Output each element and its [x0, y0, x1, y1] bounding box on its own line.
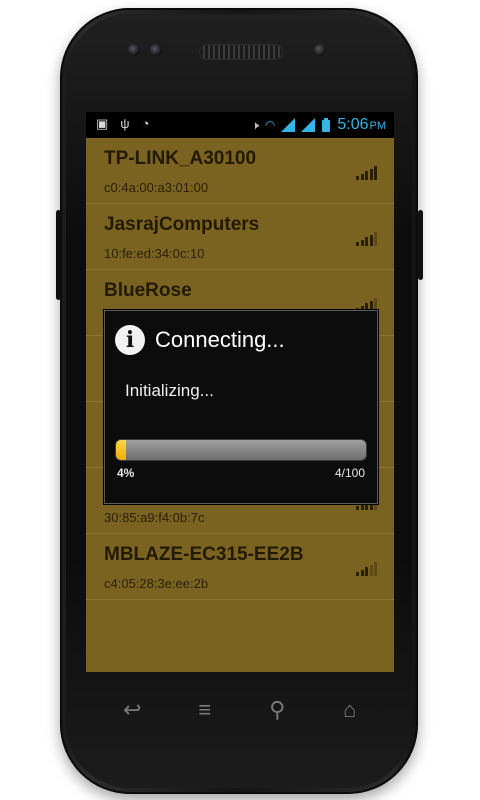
wifi-network-row[interactable]: MBLAZE-EC315-EE2B c4:05:28:3e:ee:2b [86, 534, 394, 600]
wifi-icon: ◠ [264, 118, 276, 132]
info-icon: i [115, 325, 145, 355]
home-icon[interactable]: ⌂ [330, 695, 370, 725]
dialog-message: Initializing... [125, 381, 214, 400]
search-icon[interactable]: ⚲ [257, 695, 297, 725]
network-bssid: c4:05:28:3e:ee:2b [104, 576, 209, 591]
front-camera [314, 44, 326, 56]
battery-icon [322, 118, 331, 132]
android-icon: ◔ [141, 116, 150, 131]
network-ssid: TP-LINK_A30100 [104, 148, 257, 169]
wifi-network-row[interactable]: TP-LINK_A30100 c0:4a:00:a3:01:00 [86, 138, 394, 204]
nav-bar: ↩ ≡ ⚲ ⌂ [96, 690, 386, 730]
back-icon[interactable]: ↩ [112, 695, 152, 725]
thumbnail-icon: ▣ [96, 116, 109, 131]
wifi-network-row[interactable]: JasrajComputers 10:fe:ed:34:0c:10 [86, 204, 394, 270]
dialog-header: i Connecting... [105, 311, 377, 369]
network-bssid: 10:fe:ed:34:0c:10 [104, 246, 205, 261]
clock-time: 5:06 [337, 116, 369, 133]
progress-bar [115, 439, 367, 461]
menu-icon[interactable]: ≡ [185, 695, 225, 725]
front-sensor [128, 44, 140, 56]
volume-key [56, 210, 61, 300]
front-sensor-2 [150, 44, 162, 56]
power-key [418, 210, 423, 280]
usb-icon: ψ [120, 116, 130, 131]
signal-icon-2 [301, 118, 316, 132]
progress-count: 4/100 [334, 466, 365, 480]
dialog-title: Connecting... [155, 327, 285, 352]
earpiece-speaker [199, 44, 283, 60]
signal-strength-icon [356, 232, 378, 246]
network-ssid: BlueRose [104, 280, 192, 301]
status-bar: ▣ ψ ◔ 🕨 ◠ 5:06PM [86, 112, 394, 138]
network-bssid: 30:85:a9:f4:0b:7c [104, 510, 205, 525]
screen: ▣ ψ ◔ 🕨 ◠ 5:06PM TP-LINK_A30100 c0:4a:00:… [86, 112, 394, 672]
mute-icon: 🕨 [251, 118, 259, 132]
clock-ampm: PM [369, 120, 387, 132]
connecting-dialog: i Connecting... Initializing... 4% 4/100 [104, 310, 378, 504]
progress-percent: 4% [117, 466, 135, 480]
network-ssid: JasrajComputers [104, 214, 260, 235]
signal-icon [281, 118, 296, 132]
signal-strength-icon [356, 166, 378, 180]
signal-strength-icon [356, 562, 378, 576]
network-ssid: MBLAZE-EC315-EE2B [104, 544, 304, 565]
network-bssid: c0:4a:00:a3:01:00 [104, 180, 209, 195]
progress-fill [116, 440, 126, 460]
